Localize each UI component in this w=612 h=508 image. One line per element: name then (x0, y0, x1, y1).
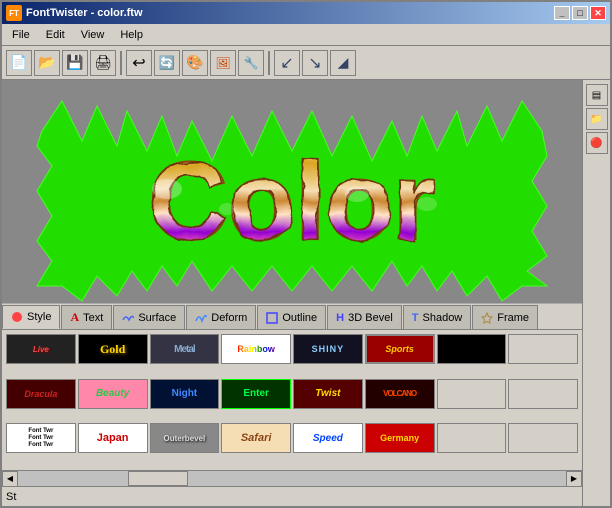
menu-bar: File Edit View Help (2, 24, 610, 46)
status-bar: St (2, 486, 582, 506)
sidebar-btn-3[interactable]: 🔴 (586, 132, 608, 154)
arrow-right-button[interactable]: ↘ (302, 50, 328, 76)
style-thumb-enter[interactable]: Enter (221, 379, 291, 409)
title-bar: FT FontTwister - color.ftw _ □ ✕ (2, 2, 610, 24)
tab-outline[interactable]: Outline (257, 305, 326, 329)
style-tab-icon (11, 311, 23, 323)
color-button[interactable]: 🎨 (182, 50, 208, 76)
text-tab-icon: A (70, 310, 79, 325)
style-thumb-live[interactable]: Live (6, 334, 76, 364)
shadow-tab-icon: T (412, 312, 419, 324)
open-button[interactable]: 📂 (34, 50, 60, 76)
deform-tab-icon (195, 312, 207, 324)
style-thumb-extra2 (508, 334, 578, 364)
close-button[interactable]: ✕ (590, 6, 606, 20)
style-thumb-extra6 (508, 423, 578, 453)
tabs-row: Style A Text Surface (2, 304, 582, 330)
tab-deform[interactable]: Deform (186, 305, 256, 329)
style-thumb-beauty[interactable]: Beauty (78, 379, 148, 409)
style-thumb-extra4 (508, 379, 578, 409)
save-button[interactable]: 💾 (62, 50, 88, 76)
main-window: FT FontTwister - color.ftw _ □ ✕ File Ed… (0, 0, 612, 508)
tab-3d-bevel[interactable]: H 3D Bevel (327, 305, 402, 329)
color-text-svg: Color (7, 80, 577, 303)
tab-text[interactable]: A Text (61, 305, 112, 329)
toolbar-sep-2 (268, 51, 270, 75)
image-button[interactable]: 🖼 (210, 50, 236, 76)
scroll-right-button[interactable]: ▶ (566, 471, 582, 487)
style-thumb-extra3 (437, 379, 507, 409)
maximize-button[interactable]: □ (572, 6, 588, 20)
style-thumb-speed[interactable]: Speed (293, 423, 363, 453)
arrow-left-button[interactable]: ↙ (274, 50, 300, 76)
toolbar: 📄 📂 💾 🖨 ↩ 🔄 🎨 🖼 🔧 ↙ ↘ ◢ (2, 46, 610, 80)
right-sidebar: ▤ 📁 🔴 (582, 80, 610, 506)
style-grid: Live Gold Metal Rainbow SHINY (2, 330, 582, 470)
h-scrollbar: ◀ ▶ (2, 470, 582, 486)
tab-shadow[interactable]: T Shadow (403, 305, 472, 329)
scroll-track[interactable] (18, 471, 566, 486)
outline-tab-icon (266, 312, 278, 324)
scroll-thumb[interactable] (128, 471, 188, 486)
status-text: St (6, 491, 16, 503)
sidebar-btn-2[interactable]: 📁 (586, 108, 608, 130)
style-thumb-font-twister[interactable]: Font TwrFont TwrFont Twr (6, 423, 76, 453)
menu-file[interactable]: File (4, 27, 38, 43)
app-icon: FT (6, 5, 22, 21)
style-thumb-germany[interactable]: Germany (365, 423, 435, 453)
undo-button[interactable]: ↩ (126, 50, 152, 76)
style-thumb-safari[interactable]: Safari (221, 423, 291, 453)
style-thumb-shiny[interactable]: SHINY (293, 334, 363, 364)
bottom-panel: Style A Text Surface (2, 303, 582, 486)
3d-bevel-tab-icon: H (336, 312, 344, 324)
style-thumb-extra5 (437, 423, 507, 453)
diagonal-button[interactable]: ◢ (330, 50, 356, 76)
scroll-left-button[interactable]: ◀ (2, 471, 18, 487)
style-thumb-japan[interactable]: Japan (78, 423, 148, 453)
style-thumb-metal[interactable]: Metal (150, 334, 220, 364)
sidebar-btn-1[interactable]: ▤ (586, 84, 608, 106)
style-thumb-volcano[interactable]: VOLCANO (365, 379, 435, 409)
canvas-area: Color (2, 80, 582, 303)
svg-text:Color: Color (148, 140, 435, 263)
style-thumb-dracula[interactable]: Dracula (6, 379, 76, 409)
main-area: Color (2, 80, 610, 506)
tab-surface[interactable]: Surface (113, 305, 185, 329)
toolbar-sep-1 (120, 51, 122, 75)
style-thumb-rainbow[interactable]: Rainbow (221, 334, 291, 364)
style-thumb-outerbevel[interactable]: Outerbevel (150, 423, 220, 453)
window-controls: _ □ ✕ (554, 6, 606, 20)
tab-frame[interactable]: Frame (472, 305, 538, 329)
tab-style[interactable]: Style (2, 305, 60, 329)
style-thumb-night[interactable]: Night (150, 379, 220, 409)
new-button[interactable]: 📄 (6, 50, 32, 76)
menu-edit[interactable]: Edit (38, 27, 73, 43)
tools-button[interactable]: 🔧 (238, 50, 264, 76)
redo-button[interactable]: 🔄 (154, 50, 180, 76)
style-thumb-twist[interactable]: Twist (293, 379, 363, 409)
menu-view[interactable]: View (73, 27, 113, 43)
frame-tab-icon (481, 312, 493, 324)
style-thumb-gold[interactable]: Gold (78, 334, 148, 364)
print-button[interactable]: 🖨 (90, 50, 116, 76)
style-thumb-sports[interactable]: Sports (365, 334, 435, 364)
menu-help[interactable]: Help (112, 27, 151, 43)
surface-tab-icon (122, 312, 134, 324)
minimize-button[interactable]: _ (554, 6, 570, 20)
style-thumb-extra1 (437, 334, 507, 364)
window-title: FontTwister - color.ftw (26, 7, 554, 19)
